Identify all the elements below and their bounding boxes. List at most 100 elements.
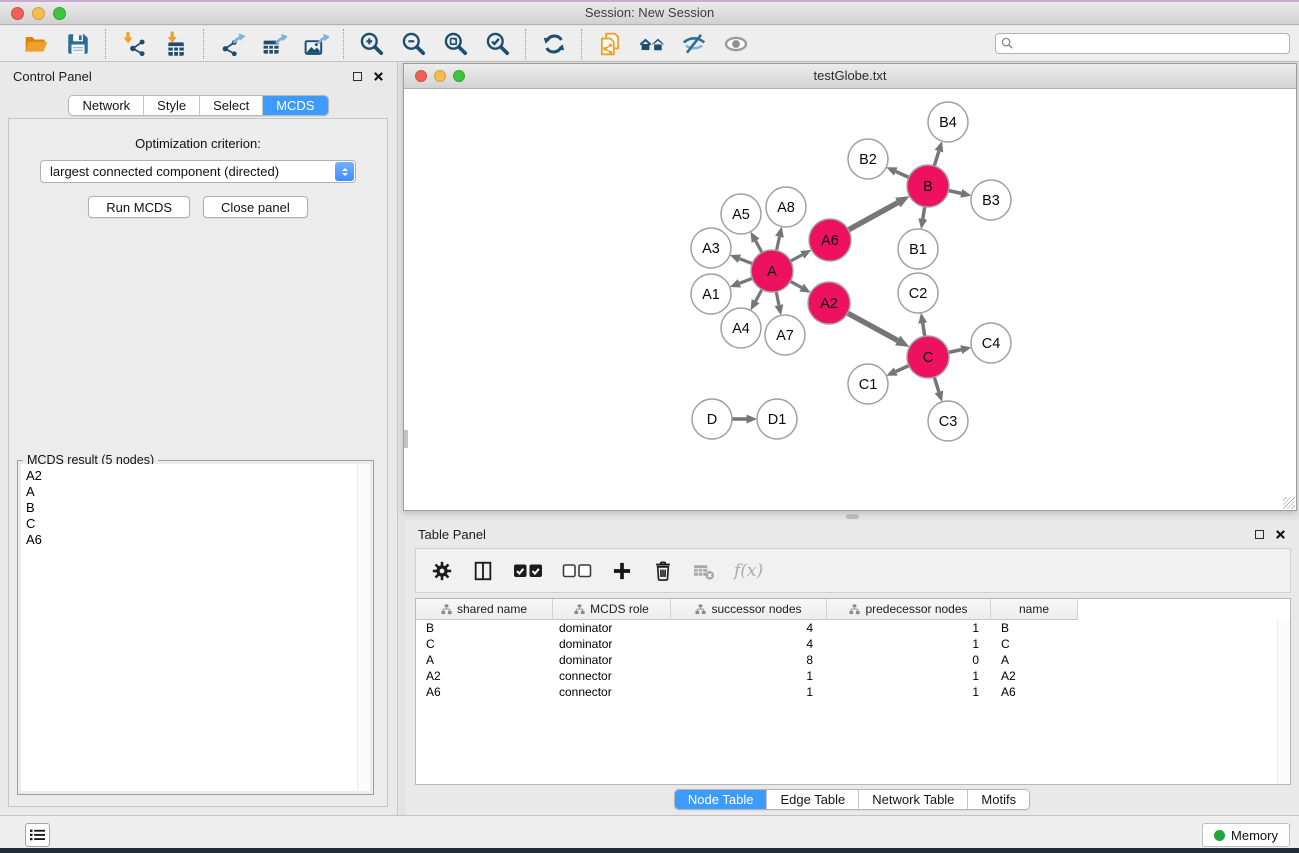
graph-node-C2[interactable]: C2: [898, 273, 938, 313]
cell-shared-name[interactable]: A2: [416, 668, 553, 684]
graph-node-B4[interactable]: B4: [928, 102, 968, 142]
close-panel-button[interactable]: Close panel: [203, 196, 308, 218]
table-float-panel-icon[interactable]: [1255, 530, 1264, 539]
network-canvas[interactable]: AA1A2A3A4A5A6A7A8BB1B2B3B4CC1C2C3C4DD1: [404, 90, 1296, 510]
import-network-button[interactable]: [117, 29, 150, 59]
network-window-titlebar[interactable]: testGlobe.txt: [404, 64, 1296, 89]
cell-predecessor-nodes[interactable]: 0: [827, 652, 991, 668]
main-titlebar[interactable]: Session: New Session: [0, 2, 1299, 25]
graph-node-A8[interactable]: A8: [766, 187, 806, 227]
network-vertical-scrollbar-thumb[interactable]: [404, 430, 408, 448]
cell-predecessor-nodes[interactable]: 1: [827, 668, 991, 684]
zoom-in-button[interactable]: [355, 29, 388, 59]
table-row[interactable]: Bdominator41B: [416, 620, 1290, 636]
criterion-select[interactable]: largest connected component (directed): [40, 160, 356, 183]
zoom-window-button[interactable]: [53, 7, 66, 20]
tab-style[interactable]: Style: [144, 96, 200, 115]
cell-successor-nodes[interactable]: 8: [671, 652, 827, 668]
graph-node-B3[interactable]: B3: [971, 180, 1011, 220]
table-settings-button[interactable]: [431, 558, 453, 584]
graph-node-A2[interactable]: A2: [808, 282, 850, 324]
tab-network-table[interactable]: Network Table: [859, 790, 968, 809]
cell-predecessor-nodes[interactable]: 1: [827, 636, 991, 652]
table-close-panel-icon[interactable]: [1275, 529, 1286, 540]
show-all-button[interactable]: [719, 29, 752, 59]
mcds-result-item[interactable]: A: [26, 484, 370, 500]
close-window-button[interactable]: [11, 7, 24, 20]
cell-successor-nodes[interactable]: 4: [671, 636, 827, 652]
node-table[interactable]: shared nameMCDS rolesuccessor nodesprede…: [415, 598, 1291, 785]
table-scrollbar[interactable]: [1277, 620, 1290, 784]
graph-node-A3[interactable]: A3: [691, 228, 731, 268]
memory-button[interactable]: Memory: [1202, 823, 1290, 847]
result-scrollbar[interactable]: [357, 464, 370, 791]
tab-motifs[interactable]: Motifs: [968, 790, 1029, 809]
table-row[interactable]: Adominator80A: [416, 652, 1290, 668]
cell-name[interactable]: A2: [991, 668, 1078, 684]
minimize-window-button[interactable]: [32, 7, 45, 20]
refresh-button[interactable]: [537, 29, 570, 59]
graph-node-A[interactable]: A: [751, 250, 793, 292]
duplicate-network-button[interactable]: [593, 29, 626, 59]
zoom-selected-button[interactable]: [481, 29, 514, 59]
export-network-button[interactable]: [215, 29, 248, 59]
column-header-predecessor-nodes[interactable]: predecessor nodes: [827, 599, 991, 620]
table-row[interactable]: A2connector11A2: [416, 668, 1290, 684]
network-horizontal-scrollbar-thumb[interactable]: [846, 514, 859, 519]
export-table-button[interactable]: [257, 29, 290, 59]
graph-node-C[interactable]: C: [907, 336, 949, 378]
graph-node-A5[interactable]: A5: [721, 194, 761, 234]
save-session-button[interactable]: [61, 29, 94, 59]
graph-node-B2[interactable]: B2: [848, 139, 888, 179]
mcds-result-item[interactable]: B: [26, 500, 370, 516]
network-close-button[interactable]: [415, 70, 427, 82]
close-panel-icon[interactable]: [373, 71, 384, 82]
table-row[interactable]: A6connector11A6: [416, 684, 1290, 700]
cell-predecessor-nodes[interactable]: 1: [827, 620, 991, 636]
column-header-MCDS-role[interactable]: MCDS role: [553, 599, 671, 620]
network-horizontal-scrollbar[interactable]: [403, 513, 1297, 520]
cell-name[interactable]: A: [991, 652, 1078, 668]
cell-MCDS-role[interactable]: connector: [553, 684, 671, 700]
cell-successor-nodes[interactable]: 4: [671, 620, 827, 636]
search-input[interactable]: [1018, 35, 1289, 52]
cell-shared-name[interactable]: A6: [416, 684, 553, 700]
graph-node-A7[interactable]: A7: [765, 315, 805, 355]
zoom-out-button[interactable]: [397, 29, 430, 59]
tab-edge-table[interactable]: Edge Table: [767, 790, 859, 809]
mcds-result-item[interactable]: A2: [26, 468, 370, 484]
open-session-button[interactable]: [19, 29, 52, 59]
hide-selected-button[interactable]: [677, 29, 710, 59]
cell-predecessor-nodes[interactable]: 1: [827, 684, 991, 700]
show-columns-button[interactable]: [472, 558, 494, 584]
graph-node-C4[interactable]: C4: [971, 323, 1011, 363]
cell-name[interactable]: C: [991, 636, 1078, 652]
tab-node-table[interactable]: Node Table: [675, 790, 768, 809]
column-header-shared-name[interactable]: shared name: [416, 599, 553, 620]
graph-node-C3[interactable]: C3: [928, 401, 968, 441]
function-builder-button[interactable]: f(x): [734, 558, 763, 584]
deselect-all-columns-button[interactable]: [562, 558, 592, 584]
search-field[interactable]: [995, 33, 1290, 54]
delete-column-button[interactable]: [652, 558, 674, 584]
graph-node-D[interactable]: D: [692, 399, 732, 439]
mcds-result-item[interactable]: A6: [26, 532, 370, 548]
cell-shared-name[interactable]: C: [416, 636, 553, 652]
cell-shared-name[interactable]: A: [416, 652, 553, 668]
delete-table-button[interactable]: [693, 558, 715, 584]
graph-node-A1[interactable]: A1: [691, 274, 731, 314]
cell-shared-name[interactable]: B: [416, 620, 553, 636]
cell-MCDS-role[interactable]: connector: [553, 668, 671, 684]
network-resize-grip[interactable]: [1283, 497, 1295, 509]
network-zoom-button[interactable]: [453, 70, 465, 82]
graph-node-C1[interactable]: C1: [848, 364, 888, 404]
first-neighbors-button[interactable]: [635, 29, 668, 59]
cell-successor-nodes[interactable]: 1: [671, 684, 827, 700]
graph-node-A4[interactable]: A4: [721, 308, 761, 348]
cell-successor-nodes[interactable]: 1: [671, 668, 827, 684]
export-image-button[interactable]: [299, 29, 332, 59]
column-header-successor-nodes[interactable]: successor nodes: [671, 599, 827, 620]
graph-node-B[interactable]: B: [907, 165, 949, 207]
table-row[interactable]: Cdominator41C: [416, 636, 1290, 652]
network-graph[interactable]: AA1A2A3A4A5A6A7A8BB1B2B3B4CC1C2C3C4DD1: [404, 90, 1296, 510]
